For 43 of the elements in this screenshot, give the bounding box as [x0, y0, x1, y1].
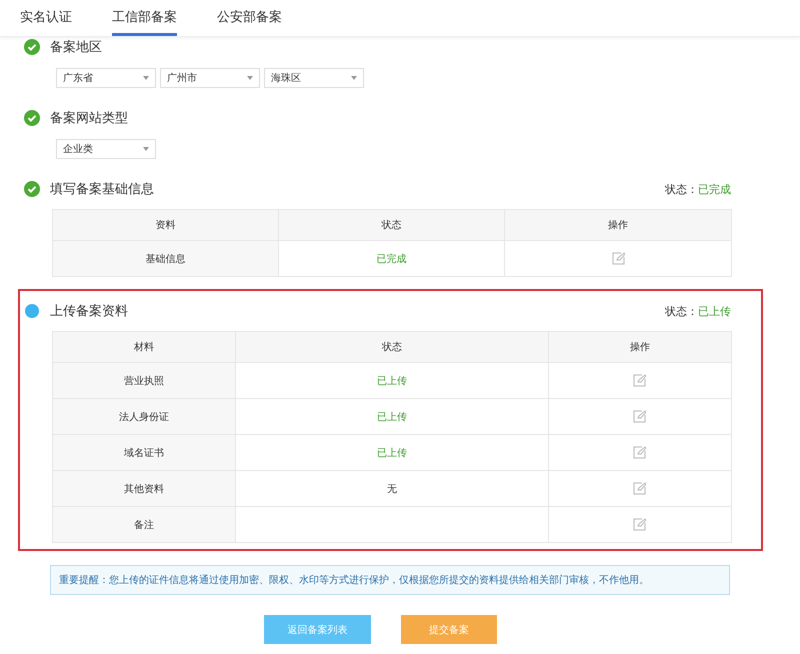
table-cell: 其他资料: [52, 470, 236, 506]
status-value: 已完成: [698, 182, 731, 196]
edit-icon[interactable]: [633, 482, 646, 495]
status-label: 状态：: [665, 182, 698, 196]
table-cell: 已完成: [278, 240, 505, 276]
dropdown[interactable]: 广东省: [56, 68, 156, 88]
tab[interactable]: 公安部备案: [217, 0, 282, 36]
column-header: 操作: [504, 210, 732, 240]
caret-icon: [351, 76, 357, 80]
table-cell: 营业执照: [52, 362, 236, 398]
dropdown[interactable]: 企业类: [56, 139, 156, 159]
table-cell: 无: [236, 470, 548, 506]
caret-icon: [247, 76, 253, 80]
dropdown[interactable]: 海珠区: [264, 68, 364, 88]
step-title: 备案地区: [50, 39, 102, 56]
edit-icon[interactable]: [633, 446, 646, 459]
edit-icon[interactable]: [633, 518, 646, 531]
notice: 重要提醒：您上传的证件信息将通过使用加密、限权、水印等方式进行保护，仅根据您所提交的资料提供给相关部门审核，不作他用。: [50, 565, 730, 595]
edit-icon[interactable]: [633, 374, 646, 387]
column-header: 材料: [52, 332, 236, 362]
step-title: 备案网站类型: [50, 110, 128, 127]
step-title: 填写备案基础信息: [50, 181, 154, 198]
dropdown[interactable]: 广州市: [160, 68, 260, 88]
table-cell: 备注: [52, 506, 236, 542]
tab[interactable]: 实名认证: [20, 0, 72, 36]
column-header: 资料: [52, 210, 279, 240]
status-value: 已上传: [698, 304, 731, 318]
edit-icon[interactable]: [633, 410, 646, 423]
tab[interactable]: 工信部备案: [112, 0, 177, 36]
step-title: 上传备案资料: [50, 303, 128, 320]
edit-icon[interactable]: [612, 252, 625, 265]
status-label: 状态：: [665, 304, 698, 318]
table-cell: 基础信息: [52, 240, 279, 276]
column-header: 状态: [236, 332, 548, 362]
column-header: 操作: [548, 332, 732, 362]
table-cell: 已上传: [236, 362, 548, 398]
table-cell: 法人身份证: [52, 398, 236, 434]
caret-icon: [143, 147, 149, 151]
table-cell: 已上传: [236, 434, 548, 470]
column-header: 状态: [278, 210, 505, 240]
caret-icon: [143, 76, 149, 80]
table-cell: 域名证书: [52, 434, 236, 470]
table-cell: 已上传: [236, 398, 548, 434]
